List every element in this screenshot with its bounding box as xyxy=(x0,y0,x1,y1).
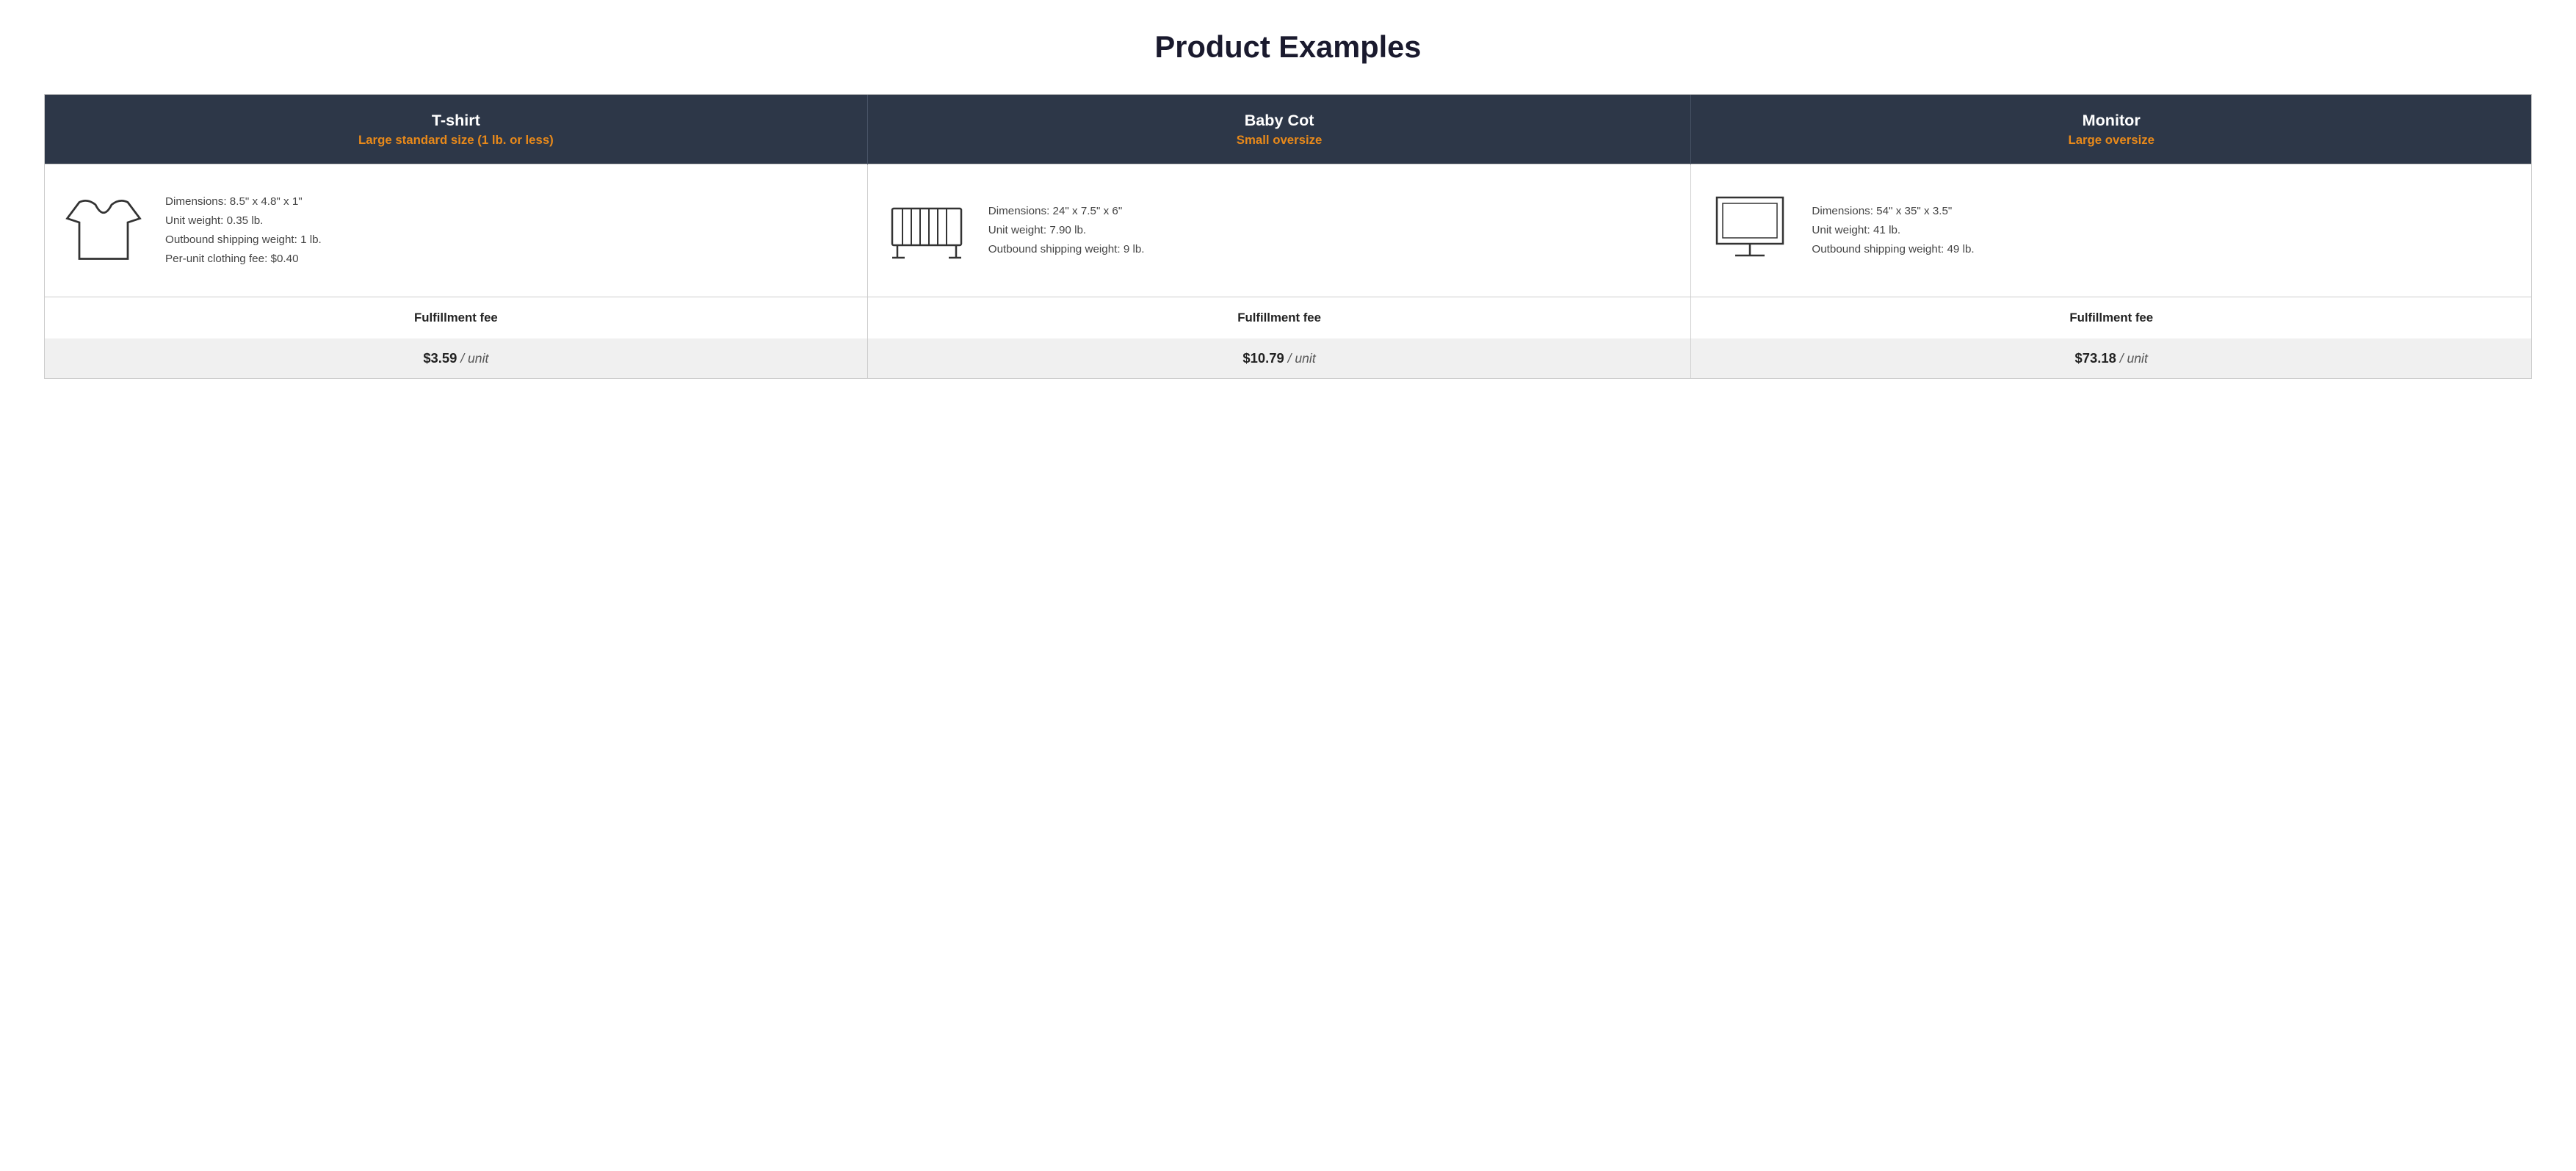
tshirt-specs: Dimensions: 8.5" x 4.8" x 1" Unit weight… xyxy=(165,192,322,268)
tshirt-details-cell: Dimensions: 8.5" x 4.8" x 1" Unit weight… xyxy=(45,164,867,297)
baby-cot-icon xyxy=(883,186,971,275)
tshirt-extra-fee: Per-unit clothing fee: $0.40 xyxy=(165,253,299,265)
fee-label-row: Fulfillment fee Fulfillment fee Fulfillm… xyxy=(45,297,2531,339)
monitor-dimensions: Dimensions: 54" x 35" x 3.5" xyxy=(1812,205,1952,217)
baby-cot-fee-unit: / unit xyxy=(1288,351,1316,366)
tshirt-size-label: Large standard size (1 lb. or less) xyxy=(59,133,853,148)
table-details-row: Dimensions: 8.5" x 4.8" x 1" Unit weight… xyxy=(45,164,2531,297)
fee-value-row: $3.59 / unit $10.79 / unit $73.18 / unit xyxy=(45,338,2531,378)
baby-cot-fee-label: Fulfillment fee xyxy=(867,297,1691,339)
baby-cot-fee-amount: $10.79 / unit xyxy=(1242,351,1315,366)
tshirt-fee-amount: $3.59 / unit xyxy=(423,351,488,366)
monitor-svg xyxy=(1710,190,1790,271)
tshirt-outbound-weight: Outbound shipping weight: 1 lb. xyxy=(165,233,322,246)
monitor-details-cell: Dimensions: 54" x 35" x 3.5" Unit weight… xyxy=(1691,164,2531,297)
header-monitor: Monitor Large oversize xyxy=(1691,95,2531,164)
baby-cot-fee-value: $10.79 / unit xyxy=(867,338,1691,378)
tshirt-icon xyxy=(59,186,148,275)
baby-cot-outbound-weight: Outbound shipping weight: 9 lb. xyxy=(988,243,1145,255)
tshirt-svg xyxy=(63,190,144,271)
monitor-specs: Dimensions: 54" x 35" x 3.5" Unit weight… xyxy=(1812,202,1974,259)
monitor-product-name: Monitor xyxy=(1706,111,2517,130)
tshirt-dimensions: Dimensions: 8.5" x 4.8" x 1" xyxy=(165,195,303,208)
baby-cot-unit-weight: Unit weight: 7.90 lb. xyxy=(988,224,1086,236)
tshirt-fee-value: $3.59 / unit xyxy=(45,338,867,378)
monitor-size-label: Large oversize xyxy=(1706,133,2517,148)
baby-cot-svg xyxy=(886,190,967,271)
monitor-fee-amount: $73.18 / unit xyxy=(2075,351,2148,366)
monitor-fee-label: Fulfillment fee xyxy=(1691,297,2531,339)
baby-cot-details-cell: Dimensions: 24" x 7.5" x 6" Unit weight:… xyxy=(867,164,1691,297)
baby-cot-dimensions: Dimensions: 24" x 7.5" x 6" xyxy=(988,205,1122,217)
tshirt-fee-label: Fulfillment fee xyxy=(45,297,867,339)
tshirt-product-name: T-shirt xyxy=(59,111,853,130)
product-examples-table: T-shirt Large standard size (1 lb. or le… xyxy=(44,94,2532,379)
baby-cot-fee-number: $10.79 xyxy=(1242,350,1284,366)
baby-cot-specs: Dimensions: 24" x 7.5" x 6" Unit weight:… xyxy=(988,202,1145,259)
monitor-fee-unit: / unit xyxy=(2120,351,2148,366)
monitor-icon xyxy=(1706,186,1794,275)
page-title: Product Examples xyxy=(44,29,2532,65)
monitor-outbound-weight: Outbound shipping weight: 49 lb. xyxy=(1812,243,1974,255)
header-baby-cot: Baby Cot Small oversize xyxy=(867,95,1691,164)
monitor-fee-value: $73.18 / unit xyxy=(1691,338,2531,378)
table-header-row: T-shirt Large standard size (1 lb. or le… xyxy=(45,95,2531,164)
monitor-unit-weight: Unit weight: 41 lb. xyxy=(1812,224,1900,236)
tshirt-unit-weight: Unit weight: 0.35 lb. xyxy=(165,214,263,227)
tshirt-fee-unit: / unit xyxy=(460,351,488,366)
header-tshirt: T-shirt Large standard size (1 lb. or le… xyxy=(45,95,867,164)
tshirt-fee-number: $3.59 xyxy=(423,350,457,366)
baby-cot-size-label: Small oversize xyxy=(883,133,1676,148)
monitor-fee-number: $73.18 xyxy=(2075,350,2116,366)
baby-cot-product-name: Baby Cot xyxy=(883,111,1676,130)
